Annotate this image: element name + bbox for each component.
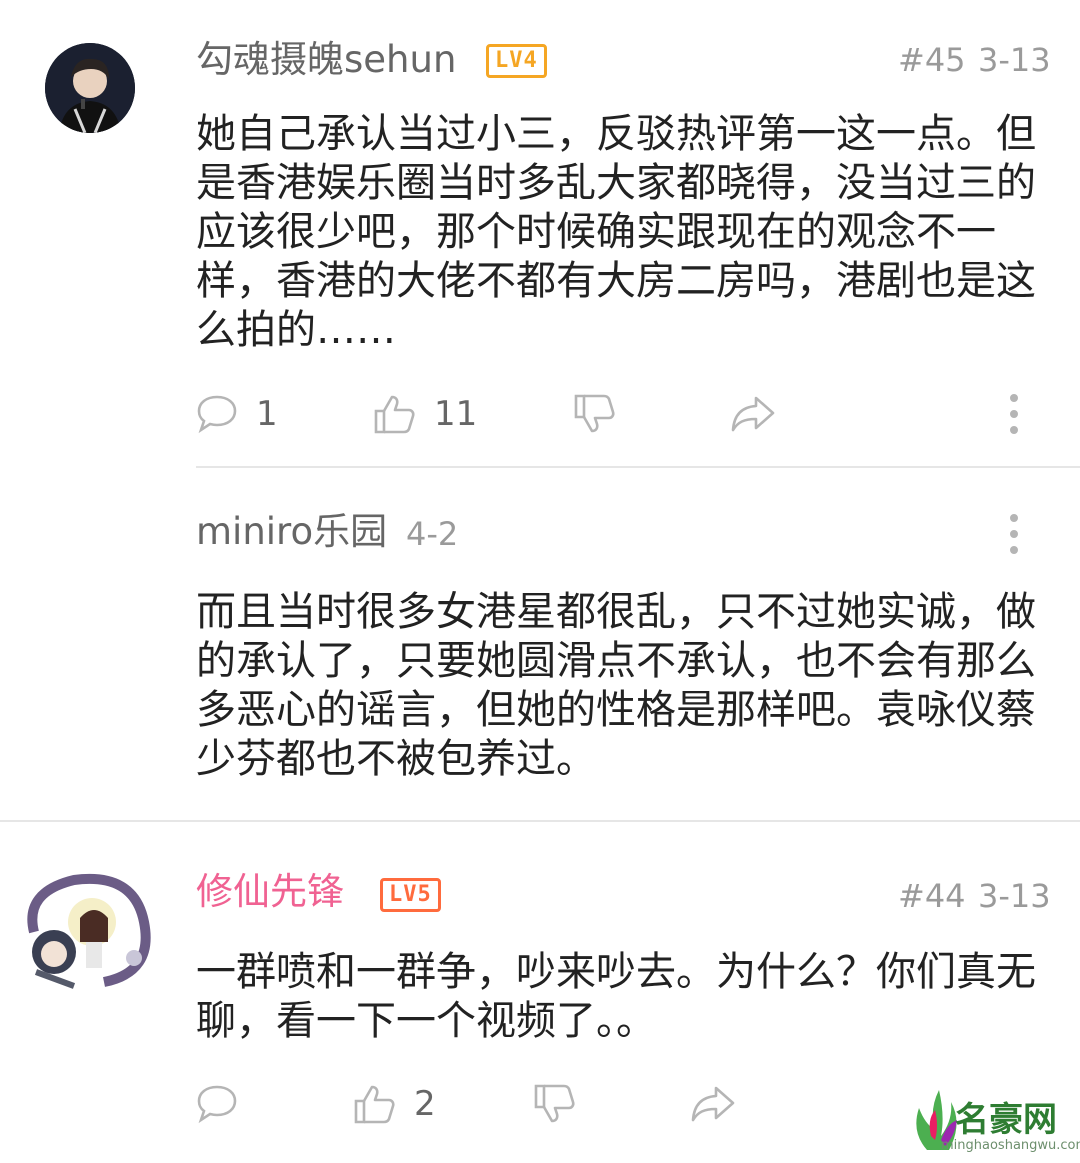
level-badge: LV5 [380, 878, 441, 912]
comment-actions: 1 11 [196, 390, 1036, 438]
like-count: 2 [414, 1084, 436, 1124]
share-button[interactable] [730, 390, 776, 438]
reply-author[interactable]: miniro乐园 [196, 508, 387, 556]
reply-button[interactable] [196, 1080, 238, 1128]
reply-button[interactable]: 1 [196, 390, 278, 438]
reply-date: 4-2 [406, 515, 459, 553]
share-arrow-icon [691, 1086, 735, 1122]
watermark-logo: 名豪网 minghaoshangwu.com [905, 1080, 1080, 1159]
comment-author[interactable]: 勾魂摄魄sehun [196, 36, 456, 84]
reply-count: 1 [256, 394, 278, 434]
more-icon[interactable] [1004, 512, 1024, 556]
reply-item: miniro乐园 4-2 而且当时很多女港星都很乱，只不过她实诚，做的承认了，只… [0, 470, 1080, 822]
dislike-button[interactable] [532, 1080, 576, 1128]
thumbs-down-icon [574, 394, 615, 433]
floor-number: #45 [898, 41, 966, 79]
floor-number: #44 [898, 877, 966, 915]
more-icon[interactable] [1004, 392, 1024, 436]
divider [196, 466, 1080, 468]
dislike-button[interactable] [572, 390, 616, 438]
watermark-brand: 名豪网 [955, 1100, 1057, 1140]
comment-text: 一群喷和一群争，吵来吵去。为什么？你们真无聊，看一下一个视频了。。 [196, 949, 1036, 1044]
like-button[interactable]: 11 [372, 390, 477, 438]
comment-date: 3-13 [978, 41, 1051, 79]
watermark-domain: minghaoshangwu.com [941, 1138, 1080, 1153]
comment-author[interactable]: 修仙先锋 [196, 868, 344, 916]
avatar[interactable] [45, 43, 135, 133]
like-button[interactable]: 2 [352, 1080, 436, 1128]
avatar[interactable] [14, 862, 154, 992]
share-arrow-icon [731, 396, 775, 432]
thumbs-up-icon [354, 1085, 395, 1124]
comment-bubble-icon [197, 395, 237, 434]
thumbs-down-icon [534, 1084, 575, 1123]
comment-text: 她自己承认当过小三，反驳热评第一这一点。但是香港娱乐圈当时多乱大家都晓得，没当过… [196, 111, 1036, 353]
share-button[interactable] [690, 1080, 736, 1128]
comment-date: 3-13 [978, 877, 1051, 915]
level-badge: LV4 [486, 44, 547, 78]
comment-bubble-icon [197, 1085, 237, 1124]
reply-text: 而且当时很多女港星都很乱，只不过她实诚，做的承认了，只要她圆滑点不承认，也不会有… [196, 589, 1036, 782]
thumbs-up-icon [374, 395, 415, 434]
comment-item: 勾魂摄魄sehun LV4 #45 3-13 她自己承认当过小三，反驳热评第一这… [0, 0, 1080, 470]
like-count: 11 [434, 394, 478, 434]
